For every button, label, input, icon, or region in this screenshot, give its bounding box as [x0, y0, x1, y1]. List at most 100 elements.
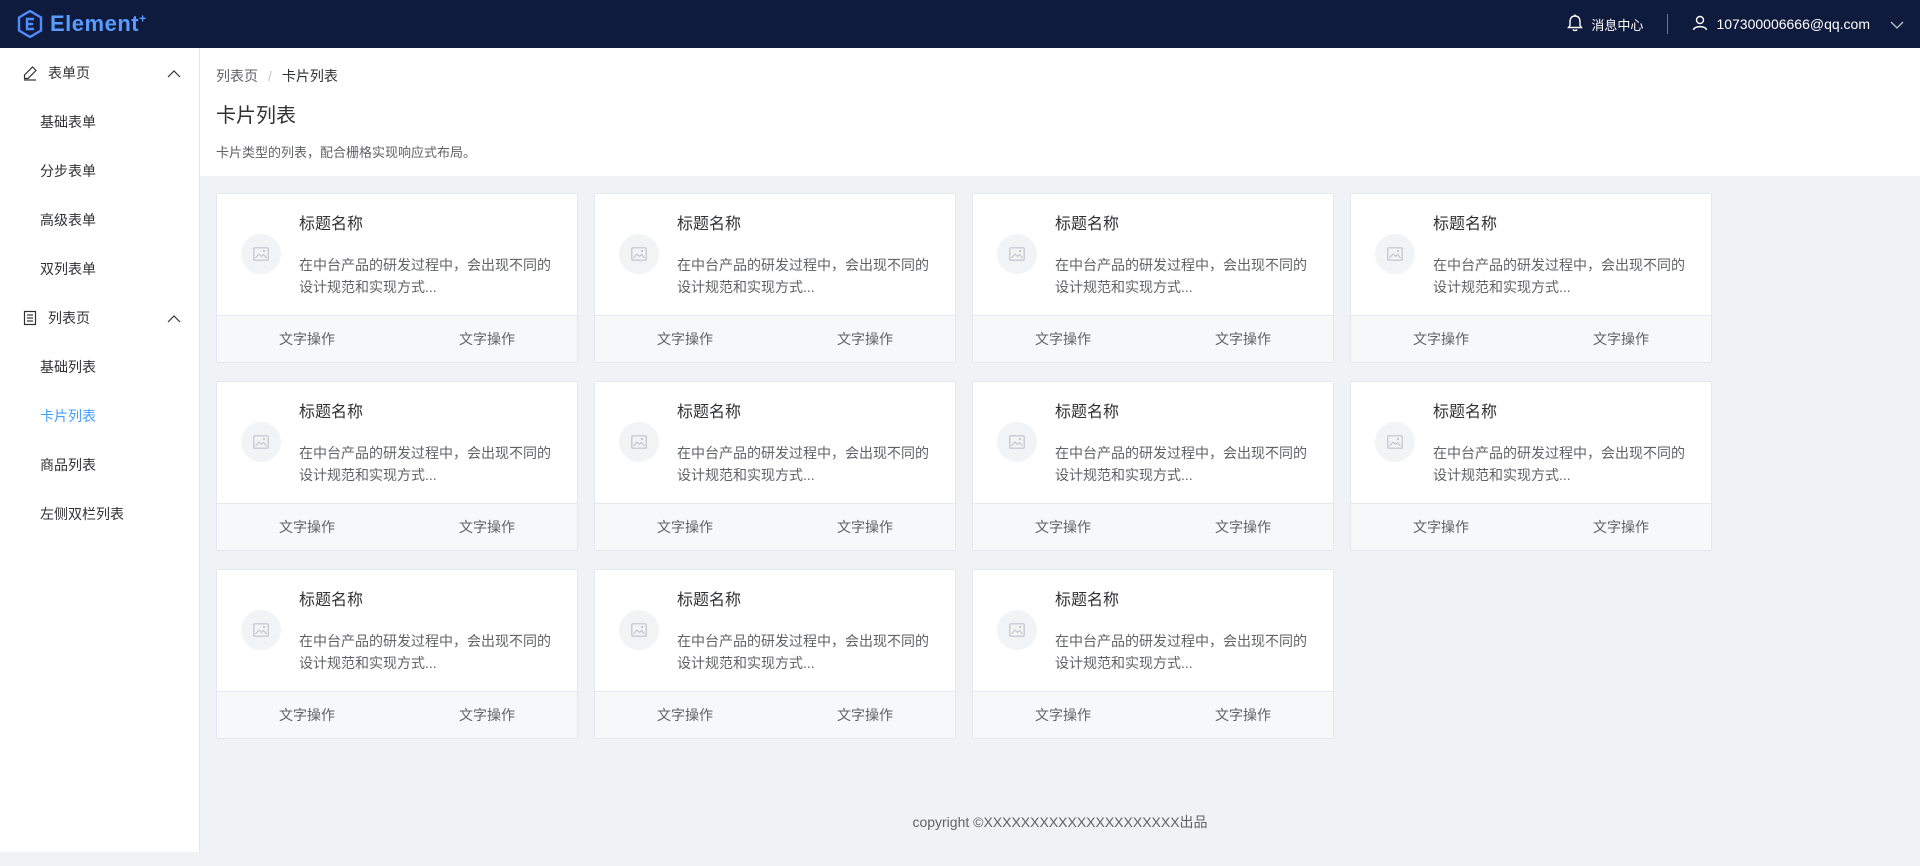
card-action-button[interactable]: 文字操作 [1153, 316, 1333, 362]
card-actions: 文字操作 文字操作 [973, 315, 1333, 362]
card-action-button[interactable]: 文字操作 [217, 316, 397, 362]
card-action-button[interactable]: 文字操作 [775, 504, 955, 550]
card-action-button[interactable]: 文字操作 [775, 316, 955, 362]
sidebar-item-basic-list[interactable]: 基础列表 [0, 342, 199, 391]
card-title: 标题名称 [677, 592, 742, 609]
card-actions: 文字操作 文字操作 [973, 691, 1333, 738]
card-title: 标题名称 [299, 592, 364, 609]
card-title: 标题名称 [1055, 592, 1120, 609]
breadcrumb-current: 卡片列表 [281, 68, 338, 84]
card-body: 标题名称 在中台产品的研发过程中，会出现不同的设计规范和实现方式... [217, 194, 577, 315]
sidebar-item-left-two-column-list[interactable]: 左侧双栏列表 [0, 489, 199, 538]
card-action-button[interactable]: 文字操作 [1153, 692, 1333, 738]
user-email: 107300006666@qq.com [1716, 16, 1870, 32]
sidebar-group-label: 表单页 [48, 64, 90, 81]
page-description: 卡片类型的列表，配合栅格实现响应式布局。 [216, 145, 477, 160]
card-body: 标题名称 在中台产品的研发过程中，会出现不同的设计规范和实现方式... [1351, 382, 1711, 503]
sidebar-item-basic-form[interactable]: 基础表单 [0, 97, 199, 146]
breadcrumb-separator: / [268, 68, 272, 84]
card-body: 标题名称 在中台产品的研发过程中，会出现不同的设计规范和实现方式... [973, 194, 1333, 315]
card-description: 在中台产品的研发过程中，会出现不同的设计规范和实现方式... [1055, 445, 1307, 483]
card-action-button[interactable]: 文字操作 [1153, 504, 1333, 550]
card-action-button[interactable]: 文字操作 [1531, 504, 1711, 550]
page-title: 卡片列表 [216, 105, 296, 127]
card-body: 标题名称 在中台产品的研发过程中，会出现不同的设计规范和实现方式... [973, 570, 1333, 691]
card-action-button[interactable]: 文字操作 [217, 504, 397, 550]
sidebar-item-advanced-form[interactable]: 高级表单 [0, 195, 199, 244]
card-action-button[interactable]: 文字操作 [595, 504, 775, 550]
card-body: 标题名称 在中台产品的研发过程中，会出现不同的设计规范和实现方式... [217, 382, 577, 503]
card-grid: 标题名称 在中台产品的研发过程中，会出现不同的设计规范和实现方式... 文字操作… [216, 193, 1716, 739]
sidebar-item-product-list[interactable]: 商品列表 [0, 440, 199, 489]
list-icon [22, 310, 38, 326]
chevron-up-icon [167, 65, 181, 81]
card-description: 在中台产品的研发过程中，会出现不同的设计规范和实现方式... [299, 257, 551, 295]
card-body: 标题名称 在中台产品的研发过程中，会出现不同的设计规范和实现方式... [595, 382, 955, 503]
image-placeholder-icon [241, 610, 281, 650]
breadcrumb-parent[interactable]: 列表页 [216, 66, 258, 86]
sidebar-item-step-form[interactable]: 分步表单 [0, 146, 199, 195]
card-body: 标题名称 在中台产品的研发过程中，会出现不同的设计规范和实现方式... [595, 194, 955, 315]
breadcrumb: 列表页 / 卡片列表 [216, 66, 1904, 86]
list-card: 标题名称 在中台产品的研发过程中，会出现不同的设计规范和实现方式... 文字操作… [594, 381, 956, 551]
card-action-button[interactable]: 文字操作 [1351, 504, 1531, 550]
sidebar-group-list[interactable]: 列表页 [0, 293, 199, 342]
card-description: 在中台产品的研发过程中，会出现不同的设计规范和实现方式... [1055, 633, 1307, 671]
card-action-button[interactable]: 文字操作 [1351, 316, 1531, 362]
card-actions: 文字操作 文字操作 [217, 691, 577, 738]
app-logo[interactable]: Element+ [16, 10, 147, 38]
card-actions: 文字操作 文字操作 [595, 691, 955, 738]
card-action-button[interactable]: 文字操作 [973, 504, 1153, 550]
list-card: 标题名称 在中台产品的研发过程中，会出现不同的设计规范和实现方式... 文字操作… [216, 381, 578, 551]
card-action-button[interactable]: 文字操作 [595, 316, 775, 362]
top-header: Element+ 消息中心 107300006666@qq.com [0, 0, 1920, 48]
sidebar-item-card-list[interactable]: 卡片列表 [0, 391, 199, 440]
message-center-button[interactable]: 消息中心 [1567, 14, 1667, 35]
sidebar-item-two-column-form[interactable]: 双列表单 [0, 244, 199, 293]
card-title: 标题名称 [1433, 216, 1498, 233]
card-action-button[interactable]: 文字操作 [973, 692, 1153, 738]
image-placeholder-icon [1375, 422, 1415, 462]
image-placeholder-icon [997, 422, 1037, 462]
chevron-down-icon[interactable] [1890, 16, 1904, 32]
logo-text: Element+ [50, 11, 147, 36]
card-description: 在中台产品的研发过程中，会出现不同的设计规范和实现方式... [677, 633, 929, 671]
card-actions: 文字操作 文字操作 [973, 503, 1333, 550]
list-card: 标题名称 在中台产品的研发过程中，会出现不同的设计规范和实现方式... 文字操作… [972, 193, 1334, 363]
sidebar-group-form[interactable]: 表单页 [0, 48, 199, 97]
header-divider [1667, 14, 1669, 34]
user-menu[interactable]: 107300006666@qq.com [1692, 15, 1904, 34]
card-actions: 文字操作 文字操作 [595, 315, 955, 362]
message-center-label: 消息中心 [1591, 17, 1644, 33]
card-body: 标题名称 在中台产品的研发过程中，会出现不同的设计规范和实现方式... [1351, 194, 1711, 315]
footer-copyright: copyright ©XXXXXXXXXXXXXXXXXXXXX出品 [912, 814, 1208, 830]
chevron-up-icon [167, 310, 181, 326]
image-placeholder-icon [997, 234, 1037, 274]
card-description: 在中台产品的研发过程中，会出现不同的设计规范和实现方式... [1055, 257, 1307, 295]
card-description: 在中台产品的研发过程中，会出现不同的设计规范和实现方式... [299, 633, 551, 671]
card-actions: 文字操作 文字操作 [217, 503, 577, 550]
card-title: 标题名称 [1433, 404, 1498, 421]
card-action-button[interactable]: 文字操作 [217, 692, 397, 738]
card-action-button[interactable]: 文字操作 [775, 692, 955, 738]
list-card: 标题名称 在中台产品的研发过程中，会出现不同的设计规范和实现方式... 文字操作… [216, 569, 578, 739]
card-body: 标题名称 在中台产品的研发过程中，会出现不同的设计规范和实现方式... [595, 570, 955, 691]
list-card: 标题名称 在中台产品的研发过程中，会出现不同的设计规范和实现方式... 文字操作… [972, 381, 1334, 551]
card-action-button[interactable]: 文字操作 [595, 692, 775, 738]
image-placeholder-icon [241, 234, 281, 274]
image-placeholder-icon [241, 422, 281, 462]
image-placeholder-icon [619, 610, 659, 650]
element-logo-icon [16, 10, 44, 38]
image-placeholder-icon [997, 610, 1037, 650]
card-title: 标题名称 [1055, 216, 1120, 233]
card-action-button[interactable]: 文字操作 [397, 504, 577, 550]
list-card: 标题名称 在中台产品的研发过程中，会出现不同的设计规范和实现方式... 文字操作… [1350, 381, 1712, 551]
card-action-button[interactable]: 文字操作 [973, 316, 1153, 362]
bell-icon [1567, 14, 1584, 35]
card-action-button[interactable]: 文字操作 [397, 316, 577, 362]
card-action-button[interactable]: 文字操作 [1531, 316, 1711, 362]
card-action-button[interactable]: 文字操作 [397, 692, 577, 738]
sidebar-group-label: 列表页 [48, 309, 90, 326]
card-actions: 文字操作 文字操作 [1351, 503, 1711, 550]
card-description: 在中台产品的研发过程中，会出现不同的设计规范和实现方式... [299, 445, 551, 483]
